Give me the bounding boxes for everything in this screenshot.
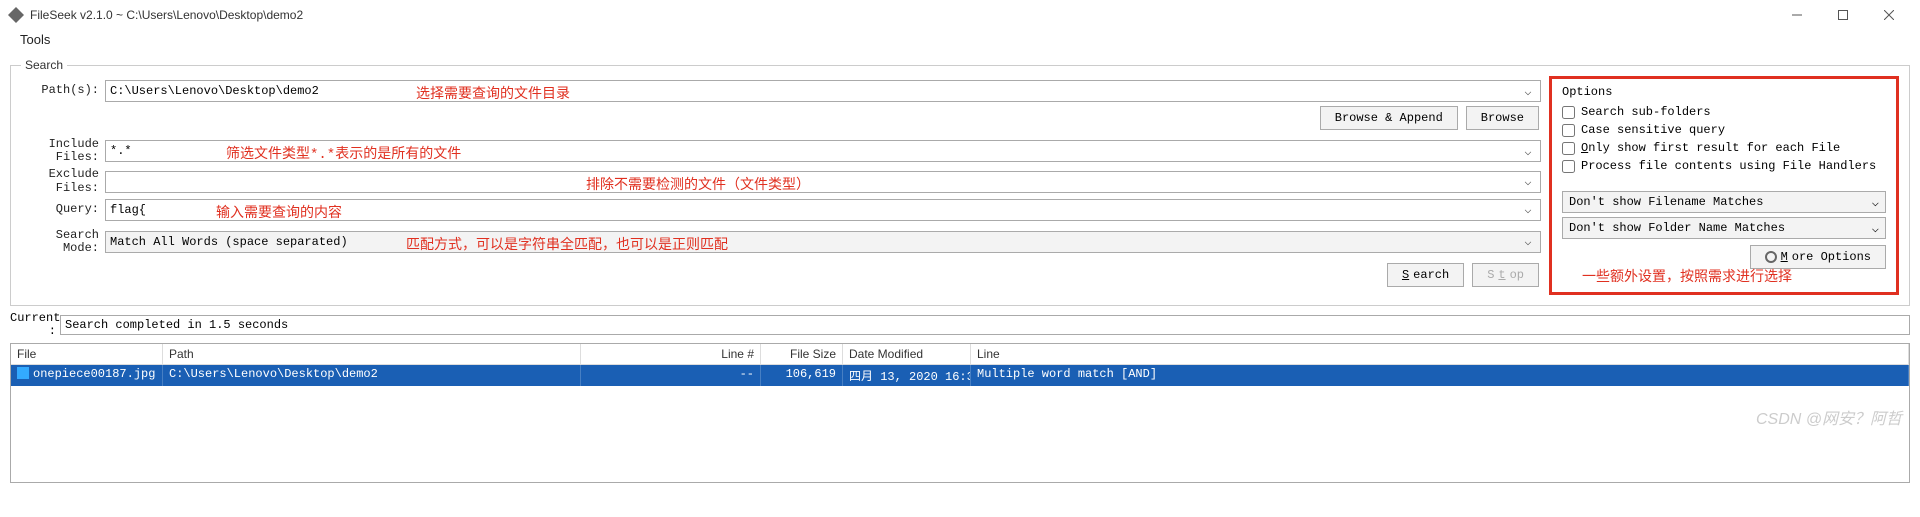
include-label: Include Files: xyxy=(21,138,105,164)
checkbox[interactable] xyxy=(1562,142,1575,155)
checkbox[interactable] xyxy=(1562,160,1575,173)
chevron-down-icon: ⌵ xyxy=(1520,174,1536,189)
exclude-label: Exclude Files: xyxy=(21,168,105,194)
query-label: Query: xyxy=(21,203,105,216)
col-file[interactable]: File xyxy=(11,344,163,364)
maximize-button[interactable] xyxy=(1820,0,1866,30)
opt-subfolders[interactable]: Search sub-folders xyxy=(1562,105,1886,119)
include-input[interactable]: *.* 筛选文件类型*.*表示的是所有的文件 ⌵ xyxy=(105,140,1541,162)
menu-tools[interactable]: Tools xyxy=(14,30,56,49)
window-title: FileSeek v2.1.0 ~ C:\Users\Lenovo\Deskto… xyxy=(30,8,1774,22)
cell-line: -- xyxy=(581,365,761,386)
current-value: Search completed in 1.5 seconds xyxy=(60,315,1910,335)
table-row[interactable]: onepiece00187.jpg C:\Users\Lenovo\Deskto… xyxy=(11,365,1909,386)
minimize-button[interactable] xyxy=(1774,0,1820,30)
chevron-down-icon: ⌵ xyxy=(1520,144,1536,159)
col-path[interactable]: Path xyxy=(163,344,581,364)
opt-case[interactable]: Case sensitive query xyxy=(1562,123,1886,137)
current-label: Current : xyxy=(10,312,60,338)
cell-lineval: Multiple word match [AND] xyxy=(971,365,1909,386)
file-icon xyxy=(17,367,29,379)
watermark: CSDN @网安？阿哲 xyxy=(1756,405,1902,429)
opt-onlyfirst[interactable]: Only show first result for each File xyxy=(1562,141,1886,155)
col-size[interactable]: File Size xyxy=(761,344,843,364)
filename-matches-select[interactable]: Don't show Filename Matches⌵ xyxy=(1562,191,1886,213)
note-query: 输入需要查询的内容 xyxy=(216,202,342,222)
chevron-down-icon: ⌵ xyxy=(1872,221,1879,236)
browse-button[interactable]: Browse xyxy=(1466,106,1539,130)
opt-handlers[interactable]: Process file contents using File Handler… xyxy=(1562,159,1886,173)
menubar: Tools xyxy=(0,30,1920,54)
note-options: 一些额外设置，按照需求进行选择 xyxy=(1582,266,1792,286)
chevron-down-icon: ⌵ xyxy=(1520,84,1536,99)
note-include: 筛选文件类型*.*表示的是所有的文件 xyxy=(226,143,461,163)
results-grid[interactable]: File Path Line # File Size Date Modified… xyxy=(10,343,1910,483)
cell-date: 四月 13, 2020 16:32 xyxy=(843,365,971,386)
current-row: Current : Search completed in 1.5 second… xyxy=(10,312,1910,338)
options-panel: Options Search sub-folders Case sensitiv… xyxy=(1549,76,1899,295)
note-mode: 匹配方式，可以是字符串全匹配，也可以是正则匹配 xyxy=(406,234,728,254)
checkbox[interactable] xyxy=(1562,106,1575,119)
checkbox[interactable] xyxy=(1562,124,1575,137)
mode-label: Search Mode: xyxy=(21,229,105,255)
col-line[interactable]: Line # xyxy=(581,344,761,364)
paths-label: Path(s): xyxy=(21,84,105,97)
cell-size: 106,619 xyxy=(761,365,843,386)
search-fieldset: Search Path(s): C:\Users\Lenovo\Desktop\… xyxy=(10,58,1910,306)
note-exclude: 排除不需要检测的文件（文件类型） xyxy=(586,174,810,194)
note-paths: 选择需要查询的文件目录 xyxy=(416,83,570,103)
app-icon xyxy=(8,7,24,23)
stop-button: Stop xyxy=(1472,263,1539,287)
search-button[interactable]: Search xyxy=(1387,263,1464,287)
col-date[interactable]: Date Modified xyxy=(843,344,971,364)
chevron-down-icon: ⌵ xyxy=(1872,195,1879,210)
options-legend: Options xyxy=(1562,85,1886,99)
titlebar: FileSeek v2.1.0 ~ C:\Users\Lenovo\Deskto… xyxy=(0,0,1920,30)
col-lineval[interactable]: Line xyxy=(971,344,1909,364)
paths-input[interactable]: C:\Users\Lenovo\Desktop\demo2 选择需要查询的文件目… xyxy=(105,80,1541,102)
exclude-input[interactable]: 排除不需要检测的文件（文件类型） ⌵ xyxy=(105,171,1541,193)
mode-select[interactable]: Match All Words (space separated) 匹配方式，可… xyxy=(105,231,1541,253)
chevron-down-icon: ⌵ xyxy=(1520,234,1536,249)
grid-header: File Path Line # File Size Date Modified… xyxy=(11,344,1909,365)
query-input[interactable]: flag{ 输入需要查询的内容 ⌵ xyxy=(105,199,1541,221)
gear-icon xyxy=(1765,251,1777,263)
window-controls xyxy=(1774,0,1912,30)
cell-path: C:\Users\Lenovo\Desktop\demo2 xyxy=(163,365,581,386)
search-legend: Search xyxy=(21,58,67,72)
chevron-down-icon: ⌵ xyxy=(1520,202,1536,217)
browse-append-button[interactable]: Browse & Append xyxy=(1320,106,1458,130)
cell-file: onepiece00187.jpg xyxy=(11,365,163,386)
close-button[interactable] xyxy=(1866,0,1912,30)
search-left: Path(s): C:\Users\Lenovo\Desktop\demo2 选… xyxy=(21,80,1541,295)
folder-matches-select[interactable]: Don't show Folder Name Matches⌵ xyxy=(1562,217,1886,239)
